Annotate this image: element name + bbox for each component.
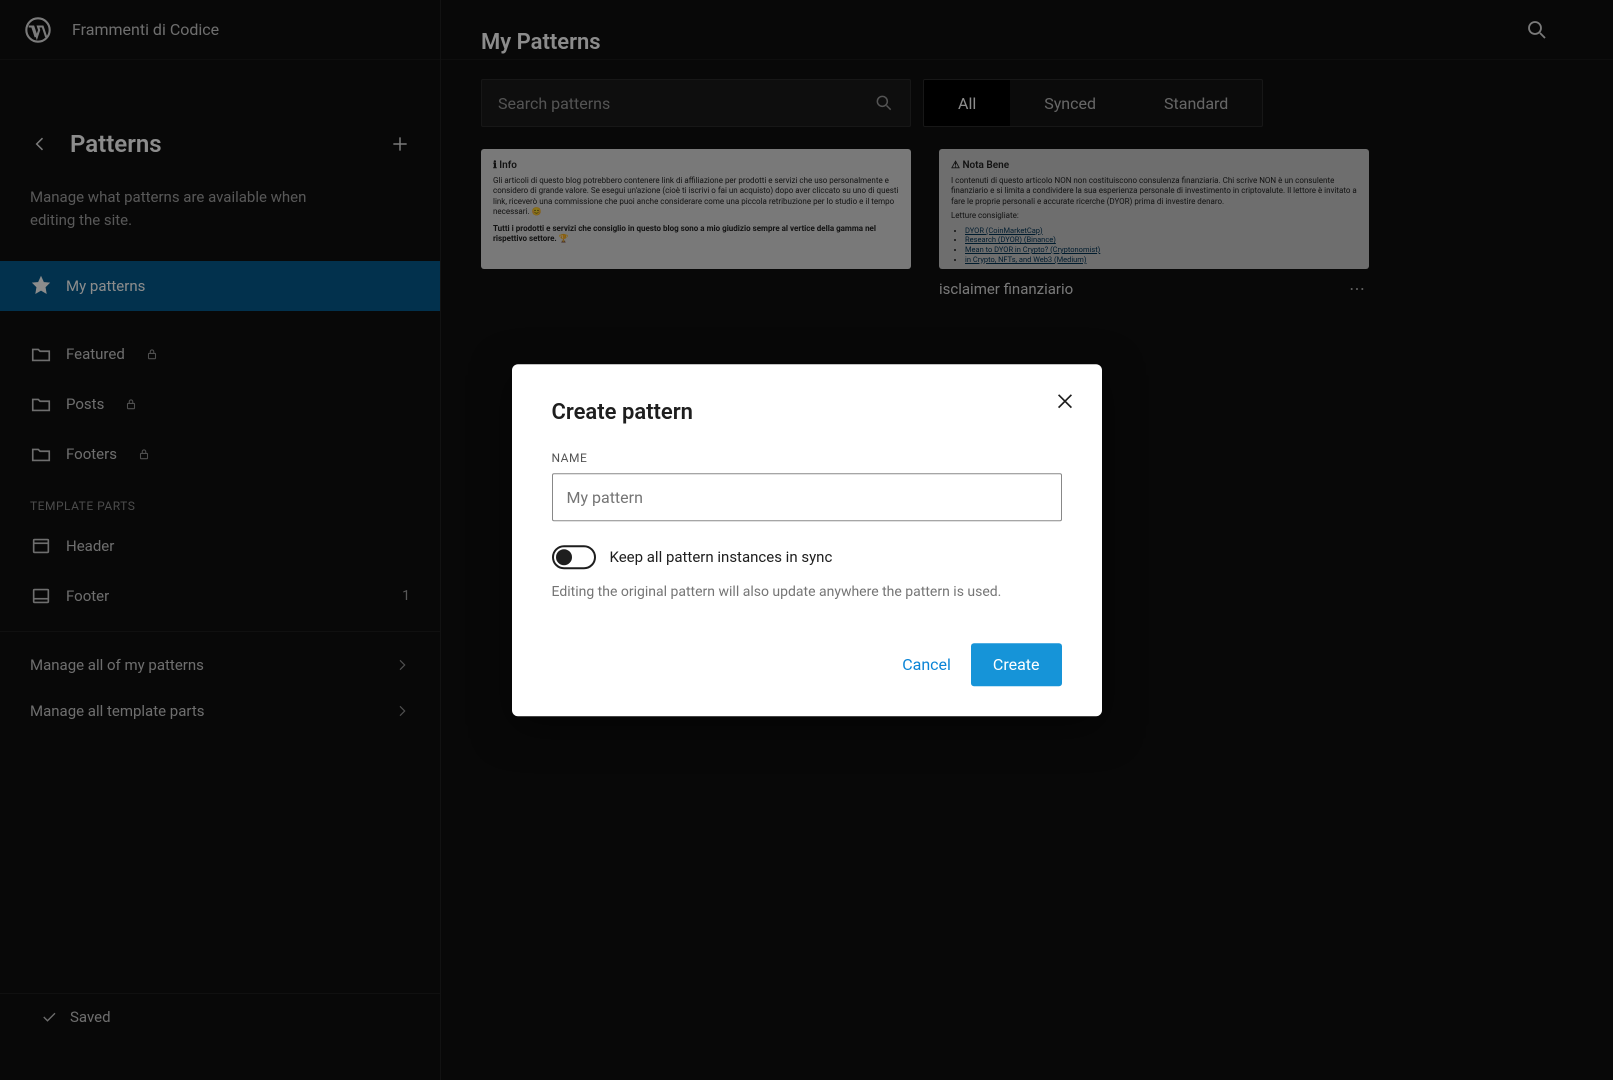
pattern-name-input[interactable]	[552, 473, 1062, 521]
toggle-knob	[556, 549, 572, 565]
sync-toggle-row: Keep all pattern instances in sync	[552, 545, 1062, 569]
sync-help-text: Editing the original pattern will also u…	[552, 583, 1062, 603]
close-icon[interactable]	[1054, 390, 1076, 412]
cancel-button[interactable]: Cancel	[902, 655, 951, 674]
create-pattern-modal: Create pattern NAME Keep all pattern ins…	[512, 364, 1102, 716]
sync-toggle[interactable]	[552, 545, 596, 569]
modal-title: Create pattern	[552, 400, 1062, 425]
sync-toggle-label: Keep all pattern instances in sync	[610, 548, 833, 566]
modal-actions: Cancel Create	[552, 643, 1062, 686]
name-label: NAME	[552, 451, 1062, 465]
create-button[interactable]: Create	[971, 643, 1062, 686]
